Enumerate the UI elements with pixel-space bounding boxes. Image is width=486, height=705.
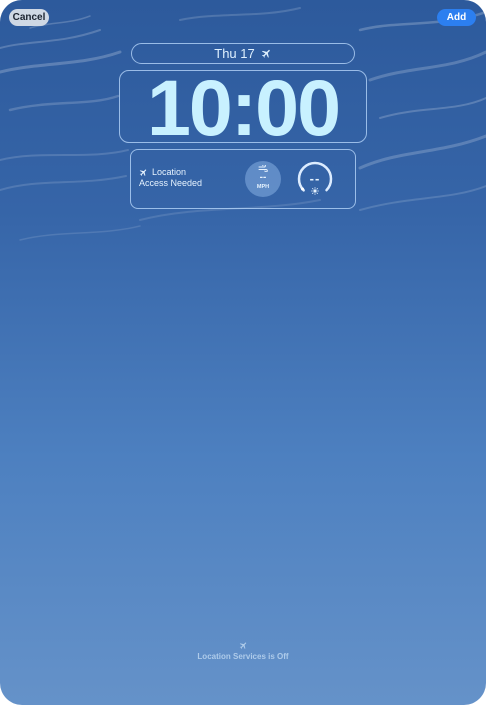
widget-tray[interactable]: Location Access Needed -- MPH -- <box>130 149 356 209</box>
location-widget-line2: Access Needed <box>139 178 203 188</box>
time-display: 10:00 <box>146 63 341 152</box>
wind-speed-value: -- <box>259 172 267 183</box>
wind-icon <box>258 165 268 172</box>
uv-value: -- <box>309 171 321 186</box>
cancel-button[interactable]: Cancel <box>9 9 49 26</box>
location-services-status: Location Services is Off <box>197 652 289 661</box>
sun-icon <box>311 187 319 195</box>
airplane-icon <box>139 169 147 176</box>
airplane-icon <box>261 49 270 58</box>
location-status-footer: Location Services is Off <box>0 641 486 661</box>
airplane-icon <box>239 642 246 649</box>
uv-index-widget[interactable]: -- <box>296 160 334 198</box>
date-label: Thu 17 <box>214 46 255 61</box>
location-widget[interactable]: Location Access Needed <box>139 167 202 189</box>
clock-slot[interactable]: 10:00 <box>119 68 367 147</box>
lock-screen-editor: Cancel Add Thu 17 10:00 Location Access … <box>0 0 486 705</box>
date-widget-slot[interactable]: Thu 17 <box>131 43 355 64</box>
location-widget-line1: Location <box>152 167 187 177</box>
add-button[interactable]: Add <box>437 9 476 26</box>
wind-speed-unit: MPH <box>256 184 270 190</box>
wind-widget[interactable]: -- MPH <box>245 161 281 197</box>
